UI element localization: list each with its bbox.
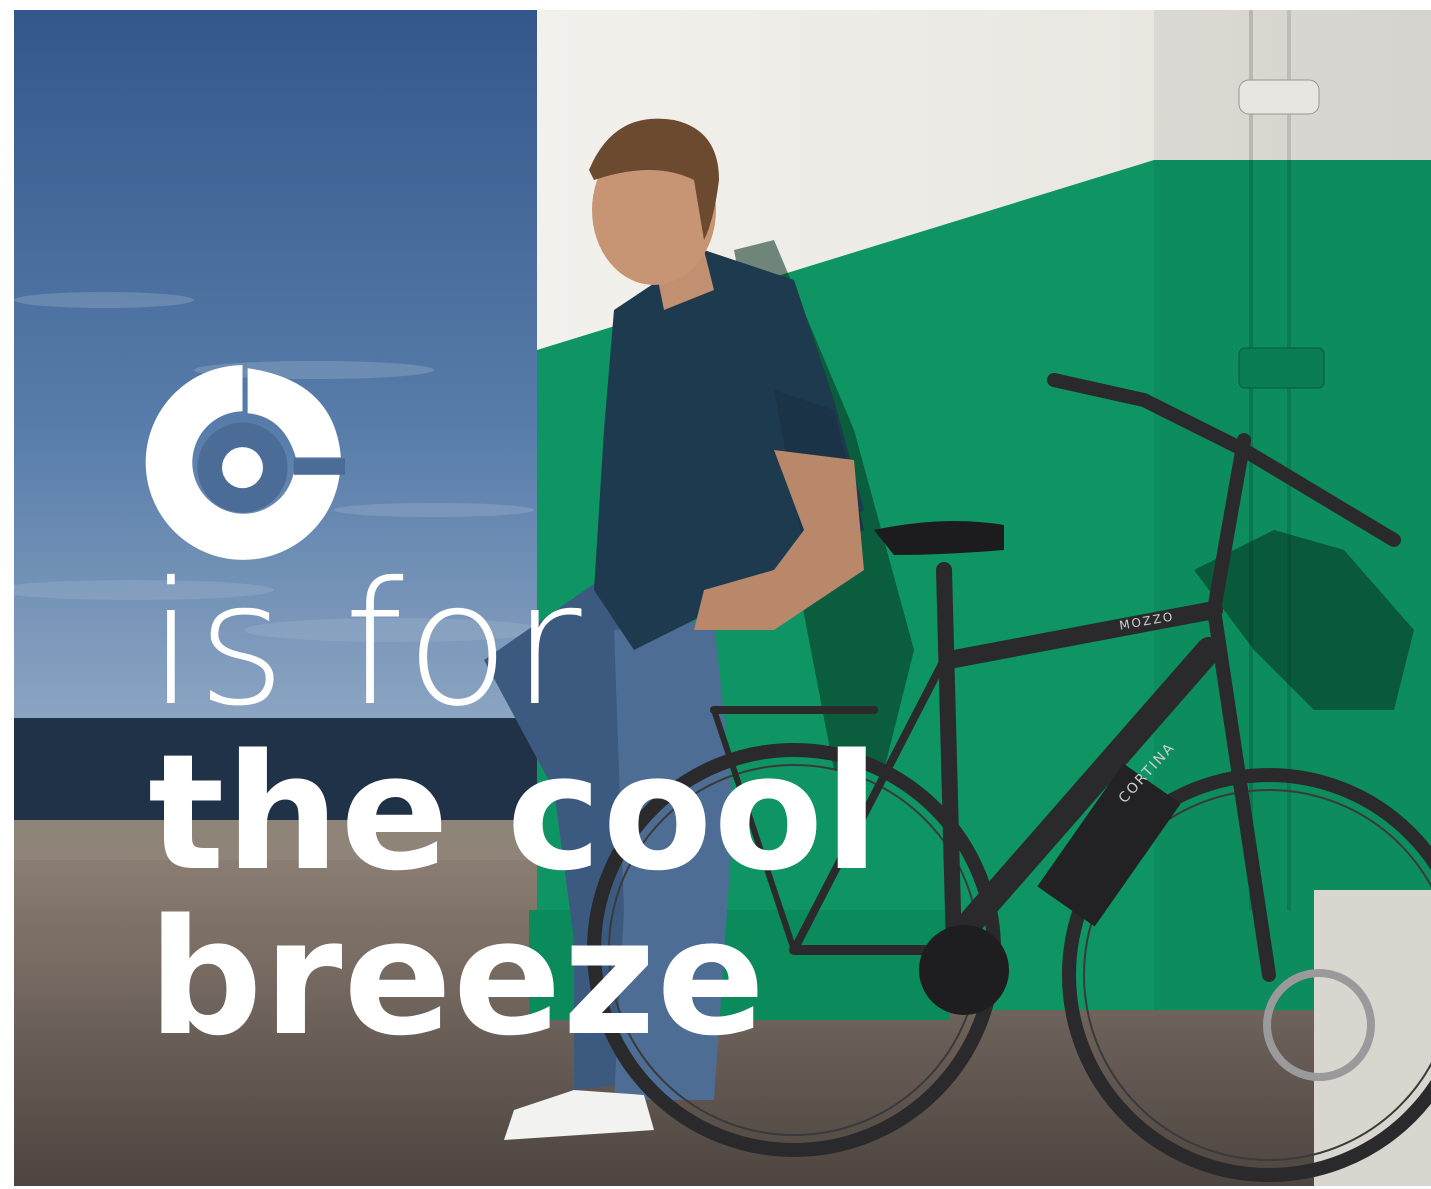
wall-pillar — [1154, 10, 1431, 1010]
headline-line-2: the cool — [148, 719, 881, 906]
headline-line-1: is for — [148, 546, 584, 744]
headline: is for the cool breeze — [148, 560, 880, 1060]
headline-line-3: breeze — [148, 884, 767, 1071]
logo-cutout — [197, 422, 345, 513]
